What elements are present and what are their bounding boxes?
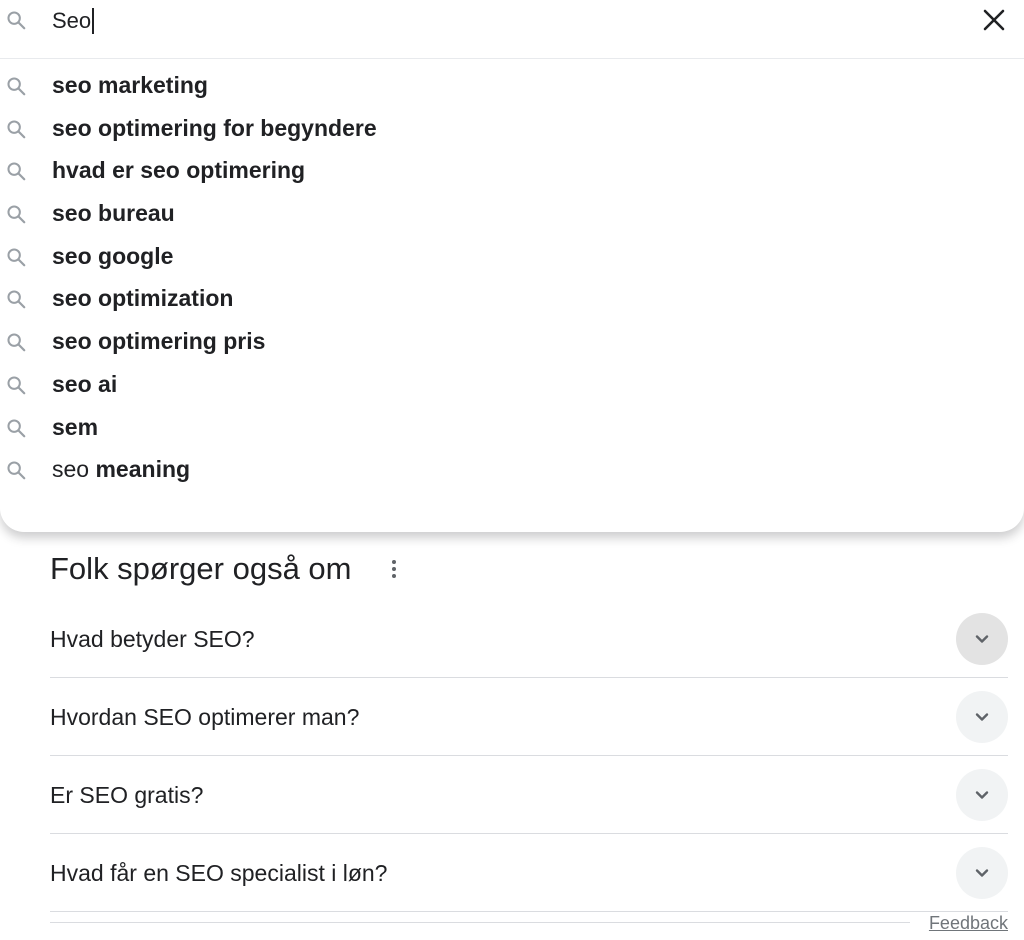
search-icon (5, 160, 27, 182)
chevron-down-icon[interactable] (956, 847, 1008, 899)
chevron-down-icon[interactable] (956, 769, 1008, 821)
clear-search-button[interactable] (979, 5, 1009, 35)
suggestion-text: hvad er seo optimering (52, 155, 305, 185)
paa-title: Folk spørger også om (50, 551, 352, 586)
suggestion-completion: seo optimization (52, 285, 234, 312)
search-icon (5, 331, 27, 353)
suggestion-completion: meaning (95, 456, 191, 483)
more-vert-icon[interactable] (388, 558, 400, 582)
divider (50, 922, 910, 923)
suggestion-item[interactable]: seo meaning (0, 448, 1024, 491)
suggestion-text: seo ai (52, 369, 117, 399)
text-caret (92, 8, 95, 34)
paa-question[interactable]: Hvad får en SEO specialist i løn? (50, 834, 1008, 912)
suggestion-completion: seo bureau (52, 200, 175, 227)
suggestion-list: seo marketing seo optimering for begynder… (0, 64, 1024, 491)
search-icon (5, 203, 27, 225)
suggestion-completion: seo marketing (52, 72, 208, 98)
suggestion-item[interactable]: sem (0, 406, 1024, 449)
search-icon (5, 246, 27, 268)
suggestion-completion: seo google (52, 242, 174, 269)
suggestion-item[interactable]: seo ai (0, 363, 1024, 406)
suggestion-text: seo bureau (52, 198, 175, 228)
suggestion-item[interactable]: seo marketing (0, 64, 1024, 107)
suggestion-completion: seo optimering pris (52, 328, 266, 355)
suggestion-item[interactable]: seo optimering for begyndere (0, 107, 1024, 150)
search-icon (5, 374, 27, 396)
suggestion-item[interactable]: seo optimization (0, 277, 1024, 320)
suggestion-completion: seo optimering for begyndere (52, 114, 377, 141)
suggestion-item[interactable]: seo bureau (0, 192, 1024, 235)
suggestion-item[interactable]: seo optimering pris (0, 320, 1024, 363)
suggestion-text: seo google (52, 241, 173, 271)
suggestion-text: seo optimering for begyndere (52, 113, 377, 143)
question-list: Hvad betyder SEO? Hvordan SEO optimerer m… (50, 600, 1008, 912)
page: Seo seo marketing seo optimering for begy… (0, 0, 1024, 940)
suggestion-completion: sem (52, 413, 99, 440)
suggestion-text: seo marketing (52, 70, 208, 100)
search-icon (5, 9, 27, 31)
search-icon (5, 118, 27, 140)
chevron-down-icon[interactable] (956, 691, 1008, 743)
search-icon (5, 459, 27, 481)
suggestion-prefix: seo (52, 456, 96, 483)
suggestion-completion: seo ai (52, 370, 118, 397)
paa-question-text: Hvordan SEO optimerer man? (50, 704, 360, 730)
search-input[interactable]: Seo (52, 7, 95, 35)
search-box[interactable]: Seo (0, 0, 1024, 59)
paa-question-text: Hvad betyder SEO? (50, 626, 255, 652)
autocomplete-dropdown: Seo seo marketing seo optimering for begy… (0, 0, 1024, 532)
paa-question-text: Er SEO gratis? (50, 782, 204, 808)
chevron-down-icon[interactable] (956, 613, 1008, 665)
search-icon (5, 75, 27, 97)
search-icon (5, 288, 27, 310)
paa-question[interactable]: Er SEO gratis? (50, 756, 1008, 834)
suggestion-text: seo optimization (52, 283, 233, 313)
suggestion-item[interactable]: hvad er seo optimering (0, 149, 1024, 192)
suggestion-text: sem (52, 412, 98, 442)
suggestion-text: seo optimering pris (52, 326, 265, 356)
close-icon (983, 9, 1005, 31)
search-query-text: Seo (52, 8, 92, 33)
suggestion-completion: hvad er seo optimering (52, 157, 306, 184)
feedback-link[interactable]: Feedback (929, 911, 1008, 935)
paa-question-text: Hvad får en SEO specialist i løn? (50, 860, 388, 886)
paa-footer: Feedback (50, 911, 1008, 935)
paa-question[interactable]: Hvad betyder SEO? (50, 600, 1008, 678)
search-icon (5, 417, 27, 439)
suggestion-item[interactable]: seo google (0, 235, 1024, 278)
paa-question[interactable]: Hvordan SEO optimerer man? (50, 678, 1008, 756)
suggestion-text: seo meaning (52, 454, 190, 484)
